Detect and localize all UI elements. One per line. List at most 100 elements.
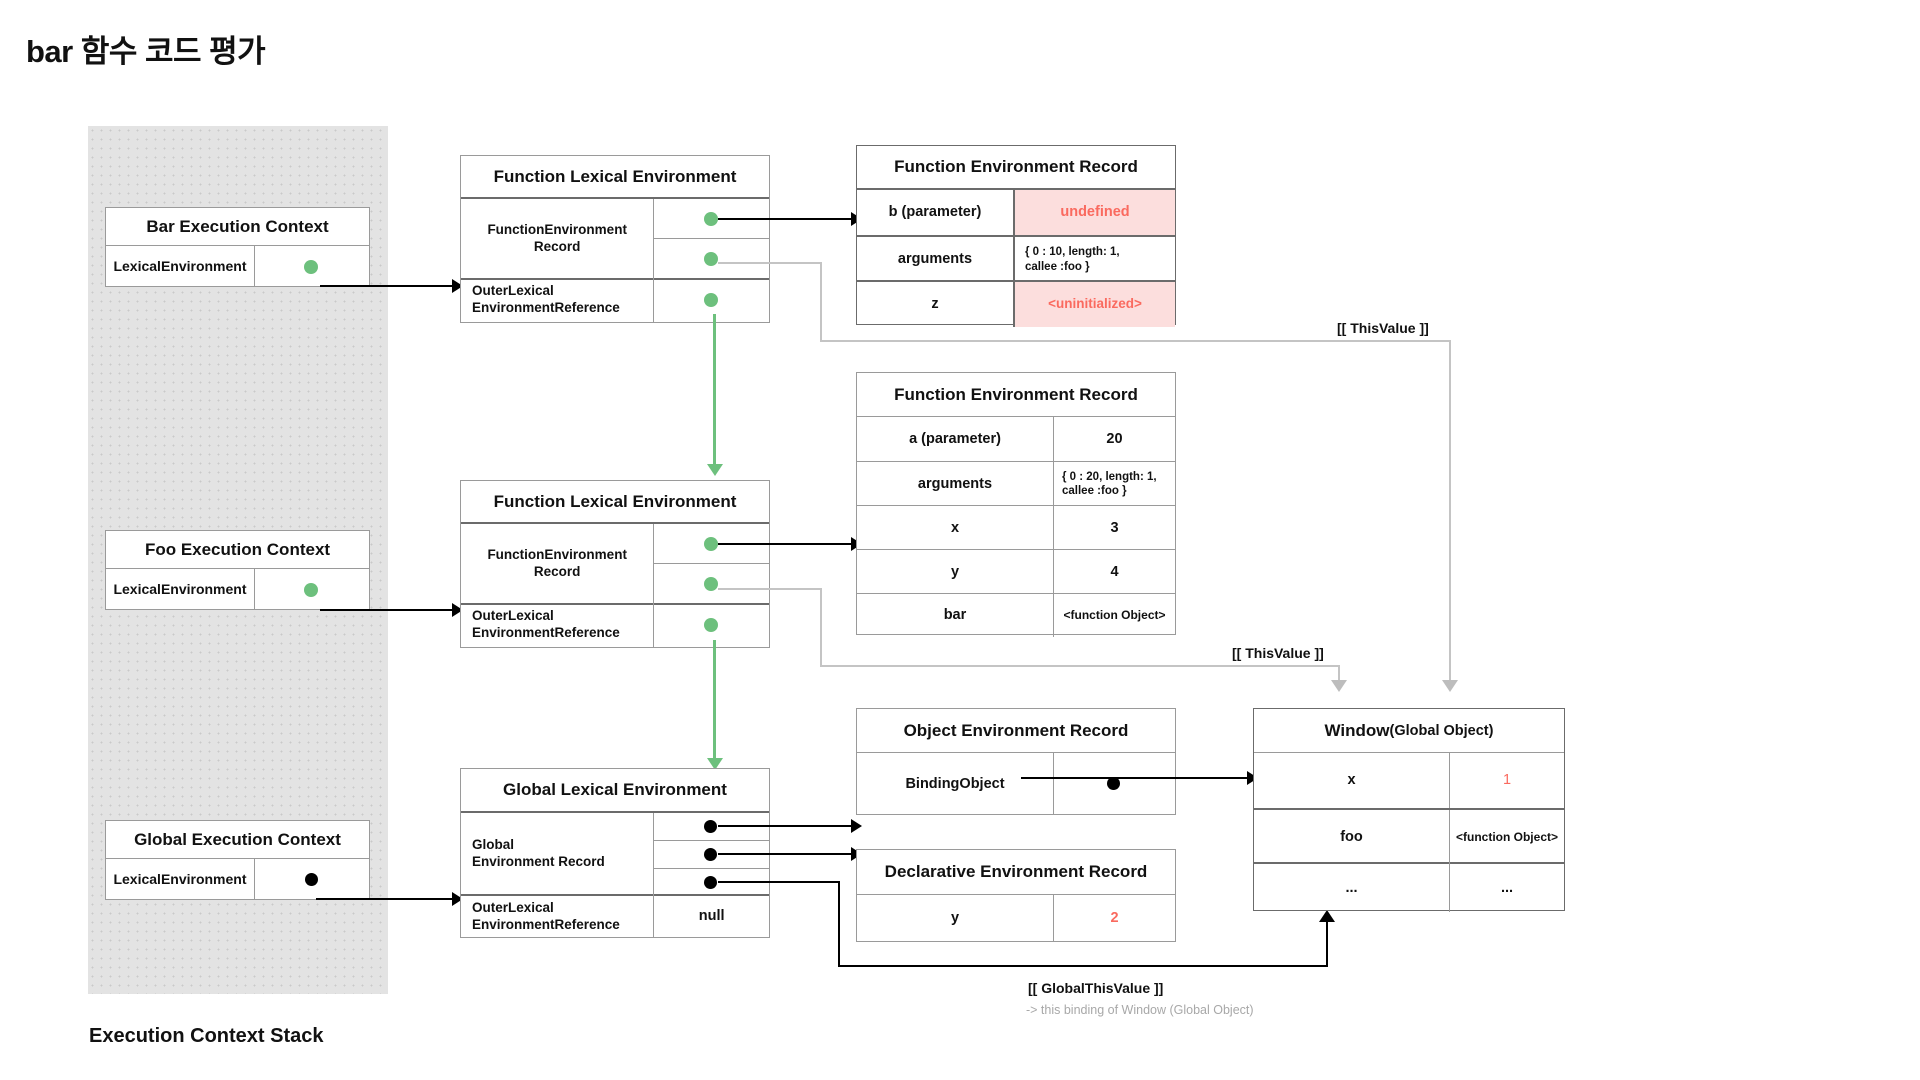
foo-execution-context-box: Foo Execution Context LexicalEnvironment <box>105 530 370 610</box>
foo-fer-key-x: x <box>857 506 1054 550</box>
bar-fer-value-arguments: { 0 : 10, length: 1, callee :foo } <box>1015 237 1175 282</box>
bar-fle-outer-label-line2: EnvironmentReference <box>472 300 620 315</box>
object-env-key-bindingobject: BindingObject <box>857 753 1054 815</box>
bar-lexical-environment-pointer-dot <box>304 260 318 274</box>
gle-ger-pointer-dot-3 <box>704 876 718 889</box>
object-env-value-bindingobject <box>1054 753 1175 815</box>
foo-fle-title: Function Lexical Environment <box>461 481 769 524</box>
gle-outer-label-line2: EnvironmentReference <box>472 916 620 932</box>
bar-fle-outer-label-line1: OuterLexical <box>472 283 554 299</box>
declarative-env-key-y: y <box>857 895 1054 942</box>
global-this-value-label: [[ GlobalThisValue ]] <box>1028 980 1164 996</box>
gle-outer-value: null <box>698 908 725 925</box>
connector-bar-thisvalue-v1 <box>820 262 822 341</box>
global-execution-context-title: Global Execution Context <box>106 821 369 859</box>
object-env-title: Object Environment Record <box>857 709 1175 753</box>
connector-bar-thisvalue-v2 <box>1449 340 1451 683</box>
gle-title: Global Lexical Environment <box>461 769 769 813</box>
bar-fer-value-arguments-line2: callee :foo } <box>1025 260 1090 273</box>
this-value-mid-label: [[ ThisValue ]] <box>1232 645 1324 661</box>
declarative-env-title: Declarative Environment Record <box>857 850 1175 895</box>
declarative-environment-record-box: Declarative Environment Record y 2 <box>856 849 1176 942</box>
foo-fer-key-y: y <box>857 550 1054 594</box>
connector-foo-fle-to-fer <box>718 543 853 545</box>
connector-bar-thisvalue-h1 <box>718 262 821 264</box>
arrowhead-bar-thisvalue <box>1442 680 1458 692</box>
foo-fer-key-a: a (parameter) <box>857 417 1054 461</box>
global-lexical-environment-pointer-cell <box>255 859 369 900</box>
foo-fer-value-a: 20 <box>1106 430 1123 447</box>
bar-fer-key-b: b (parameter) <box>857 190 1015 235</box>
bar-fle-title: Function Lexical Environment <box>461 156 769 199</box>
connector-foo-thisvalue-v1 <box>820 588 822 667</box>
connector-bindingobject-to-window <box>1021 777 1249 779</box>
connector-global-thisvalue-h2 <box>838 965 1328 967</box>
bar-lexical-environment-label: LexicalEnvironment <box>106 246 255 287</box>
bar-fle-outer-pointer-dot <box>704 293 719 307</box>
gle-ger-label: Global Environment Record <box>461 813 654 896</box>
connector-global-thisvalue-v1 <box>838 881 840 967</box>
foo-function-environment-record-box: Function Environment Record a (parameter… <box>856 372 1176 637</box>
foo-fer-value-arguments-line1: { 0 : 20, length: 1, <box>1062 470 1157 483</box>
foo-fer-key-arguments: arguments <box>857 462 1054 506</box>
gle-ger-pointer-dot-1 <box>704 820 718 833</box>
bar-execution-context-title: Bar Execution Context <box>106 208 369 246</box>
connector-global-ctx-to-gle <box>316 898 455 900</box>
window-title-rest: (Global Object) <box>1389 722 1494 739</box>
foo-fle-outer-pointer-dot <box>704 618 719 632</box>
connector-bar-fle-to-fer <box>718 218 853 220</box>
bar-execution-context-box: Bar Execution Context LexicalEnvironment <box>105 207 370 287</box>
gle-ger-label-line1: Global <box>472 836 515 852</box>
window-global-object-box: Window (Global Object) x 1 foo <function … <box>1253 708 1565 912</box>
foo-fle-fer-label-line1: FunctionEnvironment <box>487 546 627 562</box>
bar-fer-value-z: <uninitialized> <box>1015 282 1175 327</box>
execution-context-stack-label: Execution Context Stack <box>89 1025 324 1047</box>
global-lexical-environment-label: LexicalEnvironment <box>106 859 255 900</box>
gle-outer-label-line1: OuterLexical <box>472 899 554 915</box>
window-key-ellipsis: ... <box>1254 864 1450 912</box>
foo-fle-outer-label: OuterLexical EnvironmentReference <box>461 605 653 645</box>
bar-function-environment-record-box: Function Environment Record b (parameter… <box>856 145 1176 327</box>
bar-lexical-environment-pointer-cell <box>255 246 369 287</box>
connector-global-thisvalue-v2 <box>1326 918 1328 966</box>
connector-bar-ctx-to-fle <box>320 285 455 287</box>
connector-bar-thisvalue-h2 <box>820 340 1451 342</box>
foo-function-lexical-environment-box: Function Lexical Environment FunctionEnv… <box>460 480 770 648</box>
window-title: Window (Global Object) <box>1254 709 1564 753</box>
foo-execution-context-title: Foo Execution Context <box>106 531 369 569</box>
arrowhead-gle-to-object-env <box>851 819 862 833</box>
connector-foo-ctx-to-fle <box>320 609 455 611</box>
bar-fle-fer-label-line2: Record <box>533 238 581 254</box>
bar-fer-value-b: undefined <box>1015 190 1175 235</box>
bar-fle-fer-pointer-dot-2 <box>704 252 719 266</box>
bar-fle-fer-pointer-dot-1 <box>704 212 719 226</box>
declarative-env-value-y: 2 <box>1110 910 1119 927</box>
connector-foo-thisvalue-h1 <box>718 588 821 590</box>
foo-fer-value-arguments-line2: callee :foo } <box>1062 485 1127 497</box>
foo-fer-title: Function Environment Record <box>857 373 1175 417</box>
bar-fer-title: Function Environment Record <box>857 146 1175 190</box>
gle-ger-label-line2: Environment Record <box>472 853 605 869</box>
foo-fer-key-bar: bar <box>857 594 1054 637</box>
diagram-canvas: bar 함수 코드 평가 Execution Context Stack Bar… <box>0 0 1920 1080</box>
bar-fle-outer-label: OuterLexical EnvironmentReference <box>461 280 653 320</box>
foo-lexical-environment-label: LexicalEnvironment <box>106 569 255 610</box>
bar-fer-key-arguments: arguments <box>857 237 1015 282</box>
foo-fle-outer-label-line1: OuterLexical <box>472 608 554 624</box>
gle-ger-pointer-dot-2 <box>704 848 718 861</box>
gle-outer-label: OuterLexical EnvironmentReference <box>461 896 653 937</box>
foo-fle-fer-label: FunctionEnvironment Record <box>461 524 654 605</box>
connector-gle-to-declarative-env <box>718 853 853 855</box>
window-value-ellipsis: ... <box>1500 879 1514 896</box>
bar-fle-fer-label: FunctionEnvironment Record <box>461 199 654 280</box>
window-value-x: 1 <box>1502 772 1512 789</box>
foo-fer-value-bar: <function Object> <box>1063 608 1166 622</box>
foo-fer-value-y: 4 <box>1110 563 1119 580</box>
foo-fle-fer-pointer-dot-2 <box>704 577 719 591</box>
connector-foo-thisvalue-h2 <box>820 665 1340 667</box>
arrowhead-bar-outer-to-foo-fle <box>707 464 723 476</box>
connector-bar-outer-to-foo-fle <box>713 314 716 469</box>
global-execution-context-box: Global Execution Context LexicalEnvironm… <box>105 820 370 900</box>
window-key-foo: foo <box>1254 810 1450 864</box>
bar-fer-value-arguments-line1: { 0 : 10, length: 1, <box>1025 246 1120 259</box>
